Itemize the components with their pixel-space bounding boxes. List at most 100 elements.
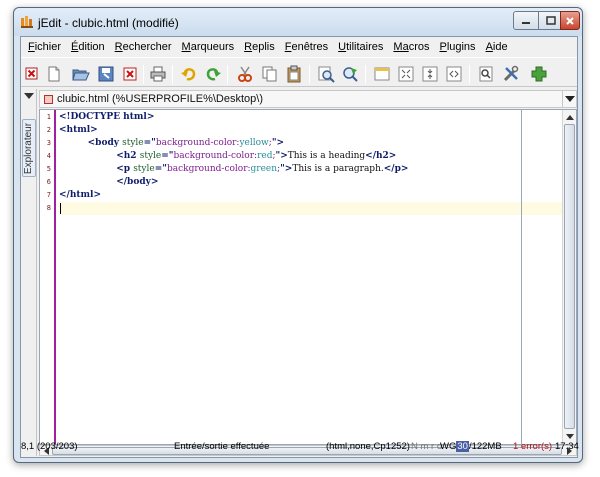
code-token: This is a heading [287, 151, 366, 161]
save-icon [98, 66, 114, 82]
menu-plugins[interactable]: Plugins [434, 41, 480, 53]
code-token: =" [143, 138, 156, 148]
line-number-gutter: 1 2 3 4 5 6 7 8 [40, 110, 56, 444]
buffer-mode-info[interactable]: (html,none,Cp1252) [326, 441, 410, 452]
code-token: <p [116, 164, 134, 174]
open-file-icon [72, 69, 90, 81]
vertical-scrollbar[interactable] [562, 110, 576, 444]
print-button[interactable] [149, 65, 167, 83]
memory-status[interactable]: WG30/122MB [440, 441, 502, 452]
undo-button[interactable] [180, 65, 198, 83]
close-window-button[interactable] [560, 11, 580, 30]
menu-macros[interactable]: Macros [388, 41, 434, 53]
replace-button[interactable] [341, 65, 359, 83]
split-button[interactable] [421, 65, 439, 83]
find-icon [318, 66, 335, 83]
undo-icon [181, 68, 196, 81]
dock-tab-explorateur[interactable]: Explorateur [22, 119, 36, 177]
code-token: This is a paragraph. [292, 164, 384, 174]
split-icon [422, 66, 438, 82]
jedit-app-icon [21, 16, 33, 28]
plugin-manager-icon [531, 66, 547, 82]
redo-button[interactable] [204, 65, 222, 83]
toolbar-separator [172, 65, 173, 84]
title-bar[interactable]: jEdit - clubic.html (modifié) [14, 8, 582, 36]
menu-edition[interactable]: Édition [66, 41, 110, 53]
error-count[interactable]: 1 error(s) [513, 441, 552, 452]
code-view[interactable]: <!DOCTYPE html> <html> <body style="backg… [59, 110, 571, 444]
buffer-switcher[interactable]: clubic.html (%USERPROFILE%\Desktop\) [39, 90, 577, 108]
toolbar-separator [143, 65, 144, 84]
code-token: background-color: [155, 138, 240, 148]
chevron-up-icon [566, 115, 574, 120]
code-token: =" [154, 164, 167, 174]
unsplit-icon [446, 66, 462, 82]
menu-utilitaires[interactable]: Utilitaires [333, 41, 388, 53]
code-token: "> [271, 138, 285, 148]
line-number: 4 [46, 152, 51, 160]
menu-fichier[interactable]: Fichier [23, 41, 66, 53]
new-file-icon [48, 66, 60, 82]
menu-marqueurs[interactable]: Marqueurs [177, 41, 240, 53]
modified-file-icon [44, 94, 53, 104]
menu-replis[interactable]: Replis [239, 41, 280, 53]
paste-button[interactable] [285, 65, 303, 83]
status-message: Entrée/sortie effectuée [174, 441, 270, 452]
search-buffer-button[interactable] [477, 65, 495, 83]
code-token: </h2> [365, 151, 397, 161]
dock-strip-left: Explorateur [21, 89, 37, 456]
text-area[interactable]: 1 2 3 4 5 6 7 8 <!DOCTYPE html> <html> <body sty… [39, 109, 577, 445]
code-token: "> [275, 151, 288, 161]
open-file-button[interactable] [72, 65, 90, 83]
menu-fenetres[interactable]: Fenêtres [280, 41, 333, 53]
dock-menu-arrow-icon[interactable] [24, 93, 34, 99]
unsplit-button[interactable] [445, 65, 463, 83]
code-token: <h2 [116, 151, 140, 161]
menu-rechercher[interactable]: Rechercher [110, 41, 177, 53]
jedit-window: jEdit - clubic.html (modifié) Fichier Éd… [13, 7, 583, 463]
new-file-button[interactable] [45, 65, 63, 83]
status-bar: 8,1 (203/203) Entrée/sortie effectuée (h… [14, 438, 584, 456]
minimize-button[interactable] [513, 11, 539, 30]
global-options-button[interactable] [502, 65, 520, 83]
save-button[interactable] [97, 65, 115, 83]
chevron-down-icon [564, 96, 575, 102]
code-token: style [133, 164, 155, 174]
cut-button[interactable] [236, 65, 254, 83]
text-caret [60, 203, 61, 214]
line-number: 1 [46, 113, 51, 121]
new-view-button[interactable] [373, 65, 391, 83]
new-view-icon [374, 67, 390, 81]
line-number: 7 [46, 191, 51, 199]
code-line: <h2 style="background-color:red;">This i… [59, 150, 396, 163]
scroll-up-button[interactable] [564, 111, 576, 123]
plugin-manager-button[interactable] [530, 65, 548, 83]
line-number: 6 [46, 178, 51, 186]
fold-all-icon [398, 66, 414, 82]
cut-icon [238, 66, 252, 82]
fold-all-button[interactable] [397, 65, 415, 83]
code-token: "> [280, 164, 293, 174]
vertical-scroll-thumb[interactable] [564, 124, 575, 429]
editing-mode-flags[interactable]: N m r o [411, 441, 442, 452]
code-token: style [122, 138, 144, 148]
copy-button[interactable] [261, 65, 279, 83]
find-button[interactable] [317, 65, 335, 83]
dock-close-button[interactable] [23, 65, 41, 83]
code-line: <p style="background-color:green;">This … [59, 163, 408, 176]
menu-bar: Fichier Édition Rechercher Marqueurs Rep… [21, 37, 577, 56]
code-token: <html> [59, 125, 98, 135]
close-file-icon [123, 67, 137, 81]
line-number: 2 [46, 126, 51, 134]
toolbar [21, 57, 577, 87]
buffer-name: clubic.html (%USERPROFILE%\Desktop\) [57, 93, 263, 105]
menu-aide[interactable]: Aide [481, 41, 513, 53]
caret-position[interactable]: 8,1 (203/203) [21, 441, 78, 452]
buffer-dropdown-button[interactable] [562, 91, 576, 107]
client-area: Fichier Édition Rechercher Marqueurs Rep… [20, 36, 578, 458]
close-file-button[interactable] [121, 65, 139, 83]
paste-icon [287, 65, 301, 83]
